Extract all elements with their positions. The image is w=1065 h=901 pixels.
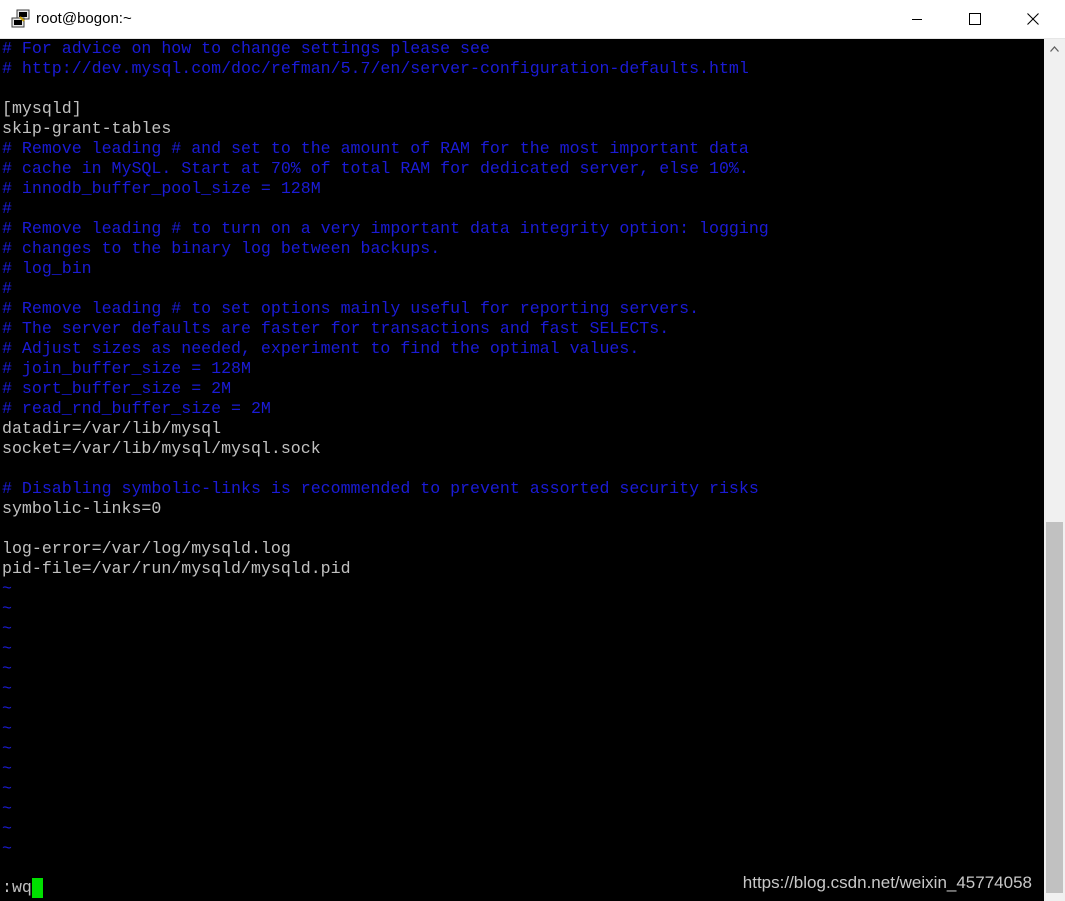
minimize-icon <box>912 19 922 20</box>
empty-line-marker: ~ <box>2 779 12 798</box>
buffer-line: symbolic-links=0 <box>2 499 162 518</box>
empty-line-marker: ~ <box>2 619 12 638</box>
buffer-line: # <box>2 279 12 298</box>
vim-command-line[interactable]: :wq <box>2 878 43 898</box>
buffer-line <box>2 459 769 479</box>
empty-line-marker: ~ <box>2 719 12 738</box>
empty-line-marker: ~ <box>2 579 12 598</box>
empty-line-marker: ~ <box>2 659 12 678</box>
window-title: root@bogon:~ <box>36 10 132 27</box>
buffer-line <box>2 519 769 539</box>
buffer-line: # Disabling symbolic-links is recommende… <box>2 479 759 498</box>
buffer-line: socket=/var/lib/mysql/mysql.sock <box>2 439 321 458</box>
buffer-line: # sort_buffer_size = 2M <box>2 379 232 398</box>
empty-line-marker: ~ <box>2 799 12 818</box>
buffer-line: # read_rnd_buffer_size = 2M <box>2 399 271 418</box>
buffer-line: # For advice on how to change settings p… <box>2 39 490 58</box>
buffer-line: datadir=/var/lib/mysql <box>2 419 222 438</box>
close-icon <box>1027 13 1039 25</box>
maximize-button[interactable] <box>946 0 1004 38</box>
buffer-line: # <box>2 199 12 218</box>
buffer-line: # Remove leading # to turn on a very imp… <box>2 219 769 238</box>
chevron-up-icon <box>1050 46 1059 52</box>
empty-line-marker: ~ <box>2 839 12 858</box>
buffer-line: # cache in MySQL. Start at 70% of total … <box>2 159 749 178</box>
buffer-line: skip-grant-tables <box>2 119 172 138</box>
editor-buffer: # For advice on how to change settings p… <box>2 39 769 859</box>
minimize-button[interactable] <box>888 0 946 38</box>
buffer-line: # Adjust sizes as needed, experiment to … <box>2 339 640 358</box>
empty-line-marker: ~ <box>2 759 12 778</box>
putty-icon[interactable] <box>11 9 31 29</box>
buffer-line: [mysqld] <box>2 99 82 118</box>
empty-line-marker: ~ <box>2 639 12 658</box>
empty-line-marker: ~ <box>2 699 12 718</box>
buffer-line: # The server defaults are faster for tra… <box>2 319 670 338</box>
empty-line-marker: ~ <box>2 679 12 698</box>
buffer-line: pid-file=/var/run/mysqld/mysqld.pid <box>2 559 351 578</box>
watermark: https://blog.csdn.net/weixin_45774058 <box>742 873 1032 892</box>
buffer-line: # innodb_buffer_pool_size = 128M <box>2 179 321 198</box>
scroll-up-button[interactable] <box>1044 39 1065 59</box>
buffer-line: # changes to the binary log between back… <box>2 239 441 258</box>
buffer-line <box>2 79 769 99</box>
buffer-line: log-error=/var/log/mysqld.log <box>2 539 291 558</box>
empty-line-marker: ~ <box>2 819 12 838</box>
buffer-line: # Remove leading # and set to the amount… <box>2 139 749 158</box>
buffer-line: # log_bin <box>2 259 92 278</box>
scrollbar-thumb[interactable] <box>1046 522 1063 893</box>
buffer-line: # http://dev.mysql.com/doc/refman/5.7/en… <box>2 59 749 78</box>
close-button[interactable] <box>1004 0 1062 38</box>
empty-line-marker: ~ <box>2 739 12 758</box>
vertical-scrollbar[interactable] <box>1044 39 1065 901</box>
command-text: :wq <box>2 878 32 897</box>
buffer-line: # Remove leading # to set options mainly… <box>2 299 700 318</box>
title-bar[interactable]: root@bogon:~ <box>0 0 1065 39</box>
empty-line-marker: ~ <box>2 599 12 618</box>
text-cursor <box>31 878 43 898</box>
maximize-icon <box>969 13 981 25</box>
buffer-line: # join_buffer_size = 128M <box>2 359 251 378</box>
terminal-screen[interactable]: # For advice on how to change settings p… <box>0 39 1044 901</box>
